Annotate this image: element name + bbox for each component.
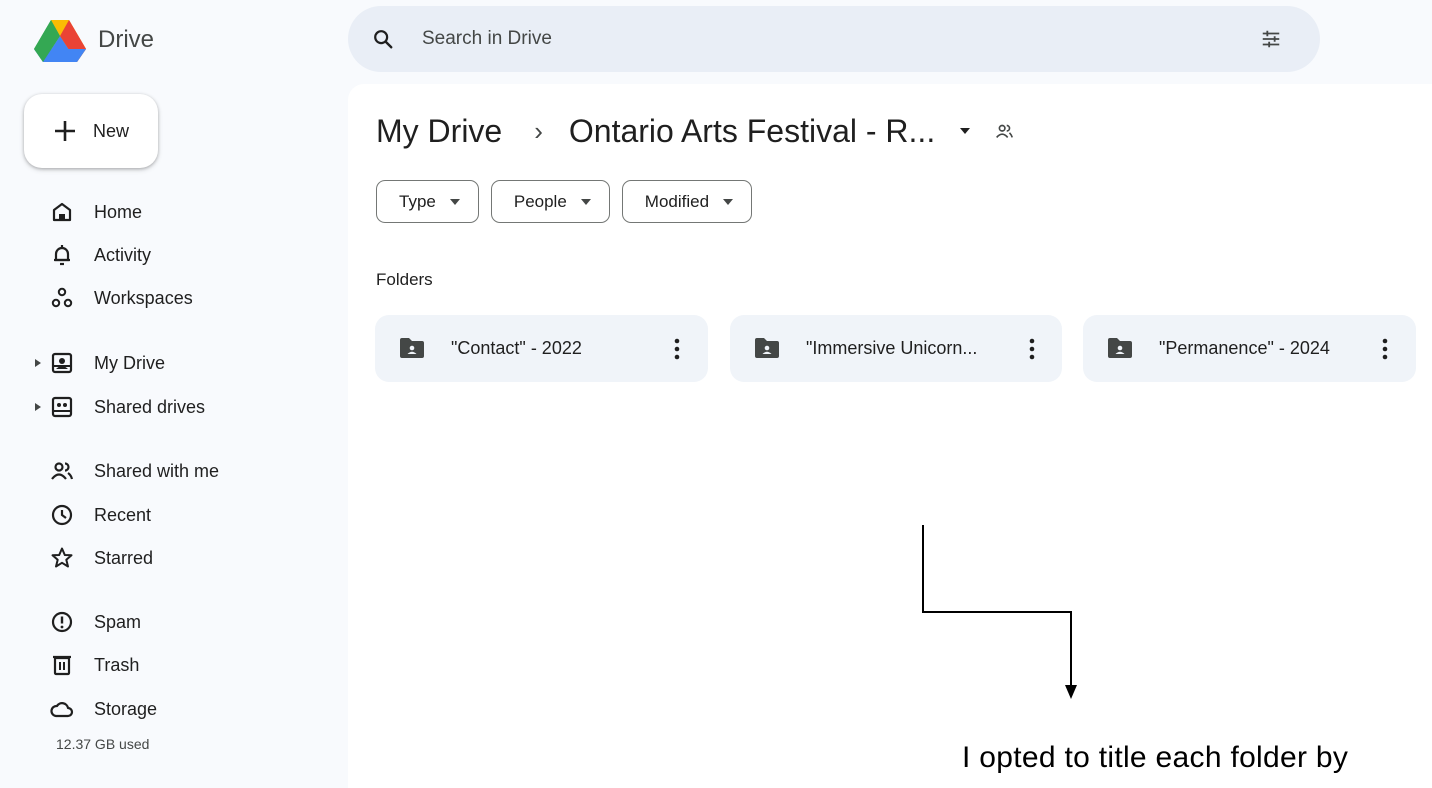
- folder-card[interactable]: "Contact" - 2022: [375, 315, 708, 382]
- filter-chips: Type People Modified: [376, 180, 764, 223]
- chip-label: Type: [399, 191, 436, 211]
- new-button[interactable]: New: [24, 94, 158, 168]
- plus-icon: [55, 121, 75, 141]
- folder-name: "Permanence" - 2024: [1159, 338, 1330, 358]
- folder-card[interactable]: "Permanence" - 2024: [1083, 315, 1416, 382]
- more-options-button[interactable]: [1017, 334, 1047, 364]
- breadcrumb-separator: ›: [534, 115, 543, 146]
- trash-icon: [53, 655, 71, 676]
- expand-caret-icon[interactable]: [34, 402, 42, 412]
- search-options-icon[interactable]: [1260, 28, 1282, 50]
- drive-logo[interactable]: Drive: [34, 18, 154, 62]
- more-vert-icon: [674, 338, 680, 360]
- expand-caret-icon[interactable]: [34, 358, 42, 368]
- folder-card[interactable]: "Immersive Unicorn...: [730, 315, 1062, 382]
- sidebar-item-label: Storage: [94, 699, 158, 719]
- more-options-button[interactable]: [662, 334, 692, 364]
- search-bar[interactable]: [348, 6, 1320, 72]
- folder-name: "Immersive Unicorn...: [806, 338, 978, 358]
- breadcrumb-current-folder[interactable]: Ontario Arts Festival - R...: [569, 113, 935, 150]
- chip-label: Modified: [644, 191, 710, 211]
- folders-section-label: Folders: [376, 270, 433, 289]
- shared-folder-icon: [755, 338, 779, 358]
- shared-folder-icon: [1108, 338, 1132, 358]
- sidebar-item-activity[interactable]: Activity: [40, 238, 340, 272]
- chevron-down-icon[interactable]: [959, 127, 971, 135]
- sidebar-item-label: Workspaces: [94, 288, 193, 308]
- search-input[interactable]: [422, 24, 1122, 54]
- sidebar-item-trash[interactable]: Trash: [40, 648, 340, 682]
- drive-logo-icon: [34, 20, 86, 62]
- annotation-text: I opted to title each folder by: [962, 741, 1349, 774]
- breadcrumb-my-drive[interactable]: My Drive: [376, 113, 502, 150]
- annotation-arrow: [922, 525, 1077, 699]
- more-vert-icon: [1029, 338, 1035, 360]
- storage-used-text: 12.37 GB used: [56, 736, 150, 752]
- dropdown-arrow-icon: [449, 198, 460, 205]
- sidebar-item-shared-with-me[interactable]: Shared with me: [40, 454, 340, 488]
- clock-icon: [51, 504, 73, 526]
- shared-folder-icon: [996, 124, 1014, 138]
- sidebar-item-spam[interactable]: Spam: [40, 605, 340, 639]
- chip-label: People: [513, 191, 567, 211]
- sidebar-item-my-drive[interactable]: My Drive: [35, 346, 340, 380]
- sidebar-item-workspaces[interactable]: Workspaces: [40, 281, 340, 315]
- more-vert-icon: [1382, 338, 1388, 360]
- new-button-label: New: [93, 121, 130, 141]
- cloud-icon: [50, 702, 74, 718]
- filter-modified-chip[interactable]: Modified: [621, 180, 753, 223]
- folder-name: "Contact" - 2022: [451, 338, 582, 358]
- spam-icon: [51, 611, 73, 633]
- sidebar-item-recent[interactable]: Recent: [40, 498, 340, 532]
- sidebar-item-starred[interactable]: Starred: [40, 541, 340, 575]
- star-icon: [51, 547, 73, 568]
- sidebar-item-label: Starred: [94, 548, 154, 568]
- dropdown-arrow-icon: [723, 198, 734, 205]
- sidebar-item-label: Trash: [94, 655, 140, 675]
- sidebar-item-home[interactable]: Home: [40, 195, 340, 229]
- sidebar-item-label: Recent: [94, 505, 152, 525]
- filter-people-chip[interactable]: People: [490, 180, 610, 223]
- shared-drives-icon: [51, 396, 73, 418]
- my-drive-icon: [51, 352, 73, 374]
- workspaces-icon: [51, 287, 73, 308]
- search-icon[interactable]: [372, 28, 394, 50]
- shared-folder-icon: [400, 338, 424, 358]
- filter-type-chip[interactable]: Type: [376, 180, 479, 223]
- sidebar-item-label: Spam: [94, 612, 142, 632]
- sidebar-item-shared-drives[interactable]: Shared drives: [35, 390, 340, 424]
- sidebar-item-label: Home: [94, 202, 143, 222]
- home-icon: [52, 202, 72, 222]
- more-options-button[interactable]: [1370, 334, 1400, 364]
- breadcrumb: My Drive › Ontario Arts Festival - R...: [376, 108, 1015, 154]
- dropdown-arrow-icon: [580, 198, 591, 205]
- app-name: Drive: [98, 26, 155, 53]
- bell-icon: [54, 245, 70, 266]
- sidebar-item-label: Shared drives: [94, 397, 206, 417]
- sidebar-item-label: Activity: [94, 245, 152, 265]
- sidebar-item-storage[interactable]: Storage: [40, 692, 340, 726]
- people-icon: [51, 462, 74, 480]
- sidebar-item-label: My Drive: [94, 353, 165, 373]
- sidebar-item-label: Shared with me: [94, 461, 220, 481]
